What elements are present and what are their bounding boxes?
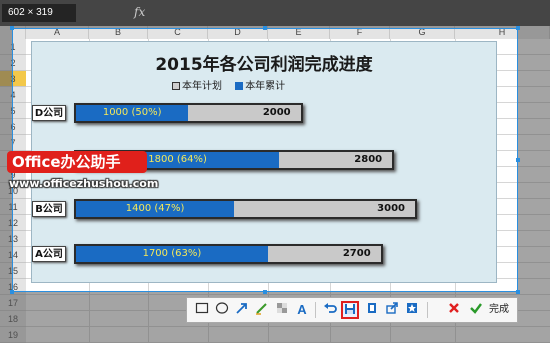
legend-plan-swatch bbox=[172, 82, 180, 90]
resize-handle[interactable] bbox=[10, 290, 14, 294]
legend-plan-label: 本年计划 bbox=[182, 81, 222, 92]
chart-legend: 本年计划 本年累计 bbox=[172, 77, 285, 92]
chart-title: 2015年各公司利润完成进度 bbox=[155, 55, 373, 75]
category-label: A公司 bbox=[32, 246, 66, 262]
formula-bar: fx bbox=[0, 0, 550, 26]
dimmed-outside-area bbox=[518, 26, 550, 343]
mosaic-icon[interactable] bbox=[273, 301, 291, 319]
toolbar-separator bbox=[427, 302, 428, 318]
undo-icon[interactable] bbox=[321, 301, 339, 319]
cancel-icon[interactable] bbox=[445, 301, 463, 319]
bar-plan-label: 3000 bbox=[377, 203, 405, 214]
resize-handle[interactable] bbox=[516, 158, 520, 162]
text-icon[interactable]: A bbox=[293, 301, 311, 319]
bar-plan: 1000 (50%) 2000 bbox=[74, 103, 303, 123]
watermark-badge: Office办公助手 bbox=[7, 151, 147, 173]
legend-actual-label: 本年累计 bbox=[245, 81, 286, 92]
capture-toolbar: A 完成 bbox=[186, 297, 518, 323]
category-label: B公司 bbox=[32, 201, 66, 217]
selection-size-readout: 602 × 319 bbox=[2, 4, 76, 22]
screenshot-frame: fx ABCDEFGH12345678910111213141516171819… bbox=[0, 0, 550, 343]
rectangle-icon[interactable] bbox=[193, 301, 211, 319]
bar-plan-label: 2000 bbox=[262, 107, 291, 118]
pen-icon[interactable] bbox=[253, 301, 271, 319]
save-icon[interactable] bbox=[341, 301, 359, 319]
pin-icon[interactable] bbox=[403, 301, 421, 319]
bar-plan: 1700 (63%) 2700 bbox=[74, 244, 383, 264]
bar-plan-label: 2700 bbox=[342, 248, 371, 259]
bar-plan: 1400 (47%) 3000 bbox=[74, 199, 417, 219]
resize-handle[interactable] bbox=[10, 26, 14, 30]
watermark-url: www.officezhushou.com bbox=[9, 177, 159, 190]
fx-icon[interactable]: fx bbox=[134, 5, 145, 19]
share-icon[interactable] bbox=[383, 301, 401, 319]
resize-handle[interactable] bbox=[516, 290, 520, 294]
done-button-label[interactable]: 完成 bbox=[489, 301, 509, 319]
toolbar-separator bbox=[315, 302, 316, 318]
resize-handle[interactable] bbox=[263, 290, 267, 294]
copy-icon[interactable] bbox=[363, 301, 381, 319]
bar-actual-label: 1700 (63%) bbox=[142, 248, 202, 259]
bar-plan-label: 2800 bbox=[354, 154, 383, 165]
category-label: D公司 bbox=[32, 105, 66, 121]
bar-actual-label: 1000 (50%) bbox=[102, 107, 162, 118]
legend-actual-swatch bbox=[235, 82, 244, 90]
resize-handle[interactable] bbox=[516, 26, 520, 30]
arrow-icon[interactable] bbox=[233, 301, 251, 319]
done-icon[interactable] bbox=[467, 301, 485, 319]
ellipse-icon[interactable] bbox=[213, 301, 231, 319]
resize-handle[interactable] bbox=[263, 26, 267, 30]
bar-actual-label: 1400 (47%) bbox=[125, 203, 185, 214]
